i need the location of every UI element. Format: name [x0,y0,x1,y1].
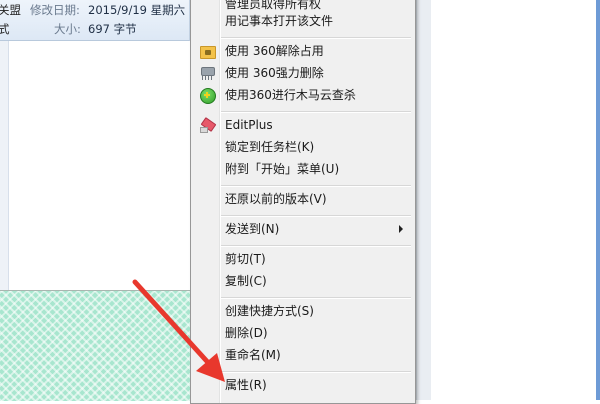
menu-item-editplus[interactable]: EditPlus [193,114,413,136]
menu-item-label: 删除(D) [225,326,268,340]
menu-item-360-trojan-scan[interactable]: 使用360进行木马云查杀 [193,84,413,106]
menu-item-restore-previous[interactable]: 还原以前的版本(V) [193,188,413,210]
file-type-text-cut: 关盟 [0,3,21,17]
menu-item-label: 创建快捷方式(S) [225,304,314,318]
menu-item-send-to[interactable]: 发送到(N) [193,218,413,240]
red-arrow-icon [132,279,225,382]
menu-item-label: 还原以前的版本(V) [225,192,327,206]
menu-item-label: 使用 360解除占用 [225,44,324,58]
menu-item-label: EditPlus [225,118,273,132]
menu-item-360-shred[interactable]: 使用 360强力删除 [193,62,413,84]
window-border-strip [416,0,431,400]
editplus-pen-icon [199,117,217,133]
file-format-text-cut: 式 [0,22,10,36]
menu-item-label: 重命名(M) [225,348,281,362]
menu-separator [221,37,411,39]
window-blue-edge [596,0,600,400]
menu-item-label: 属性(R) [225,378,267,392]
menu-item-open-with-notepad[interactable]: 用记事本打开该文件 [193,10,413,32]
shredder-icon [199,65,215,81]
360-shield-icon [199,87,216,104]
folder-lock-icon [199,43,216,59]
menu-separator [221,245,411,247]
menu-item-label: 锁定到任务栏(K) [225,140,315,154]
menu-item-label: 使用 360强力删除 [225,66,324,80]
menu-item-label: 发送到(N) [225,222,280,236]
modified-date-value: 2015/9/19 星期六 [88,3,186,17]
navigation-pane[interactable] [0,41,9,291]
menu-item-label: 剪切(T) [225,252,266,266]
menu-separator [221,371,411,373]
menu-item-cut[interactable]: 剪切(T) [193,248,413,270]
menu-separator [221,185,411,187]
menu-item-label: 复制(C) [225,274,267,288]
size-value: 697 字节 [88,22,137,36]
menu-separator [221,215,411,217]
menu-separator [221,297,411,299]
file-list-area[interactable] [9,41,189,291]
right-window-area [416,0,600,400]
menu-separator [221,111,411,113]
menu-item-label: 附到「开始」菜单(U) [225,162,340,176]
chevron-right-icon [399,225,403,233]
menu-item-pin-start[interactable]: 附到「开始」菜单(U) [193,158,413,180]
size-label: 大小: [54,22,81,36]
menu-item-pin-taskbar[interactable]: 锁定到任务栏(K) [193,136,413,158]
menu-item-label: 用记事本打开该文件 [225,14,334,28]
menu-item-label: 使用360进行木马云查杀 [225,88,356,102]
modified-date-label: 修改日期: [30,3,80,17]
details-pane: 关盟 修改日期: 2015/9/19 星期六 式 大小: 697 字节 [0,0,190,41]
menu-item-360-unlock[interactable]: 使用 360解除占用 [193,40,413,62]
